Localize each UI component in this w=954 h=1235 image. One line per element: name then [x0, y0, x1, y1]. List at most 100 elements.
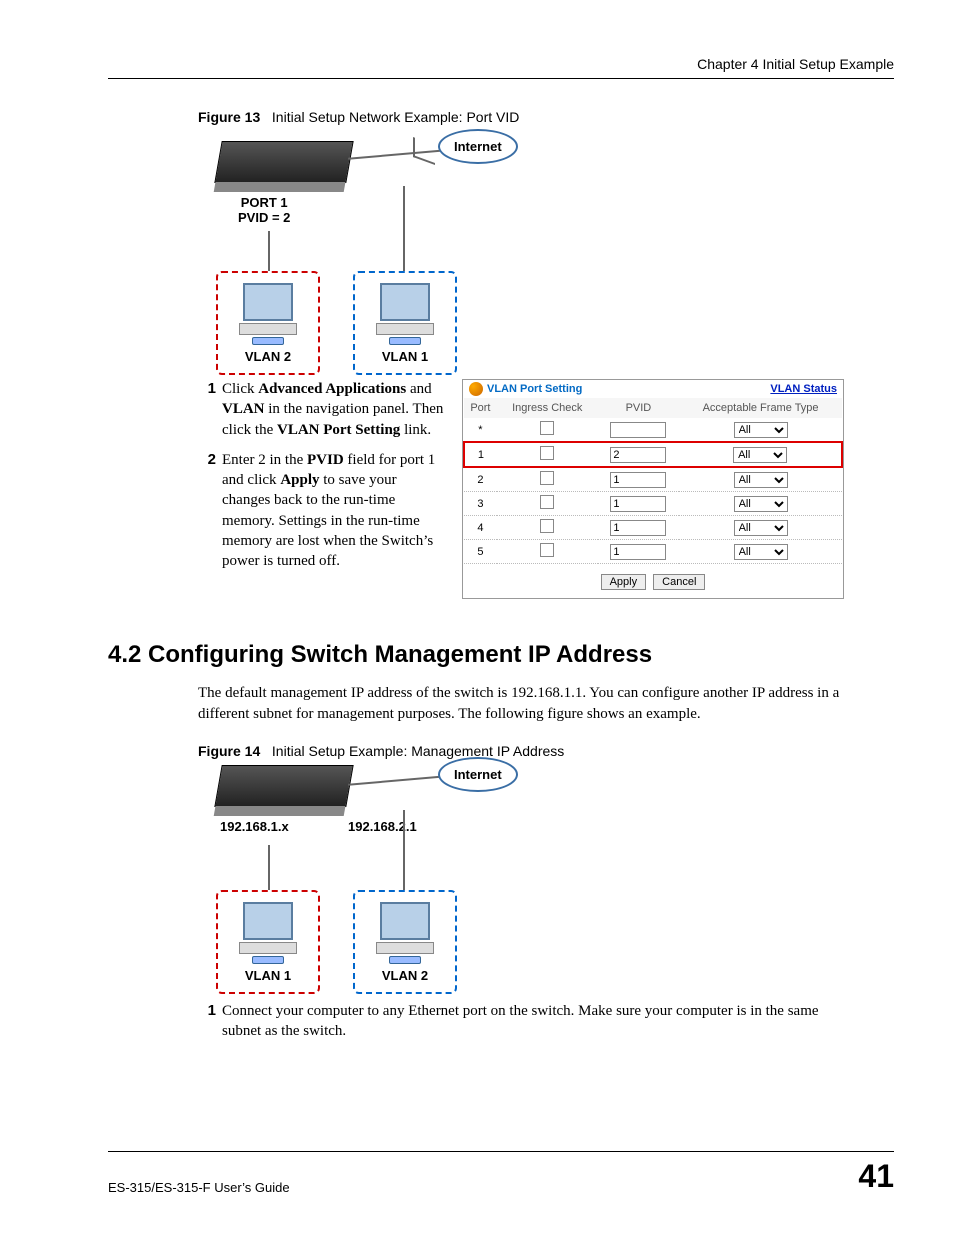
table-row: 2All	[464, 467, 842, 492]
pc-base-icon	[239, 942, 297, 954]
ingress-cell	[497, 442, 598, 467]
aft-select[interactable]: All	[734, 544, 788, 560]
internet-cloud: Internet	[438, 757, 518, 792]
keyboard-icon	[389, 956, 421, 964]
aft-cell: All	[679, 492, 842, 516]
ingress-checkbox[interactable]	[540, 495, 554, 509]
vlan1-box: VLAN 1	[353, 271, 457, 375]
pc-icon	[243, 283, 293, 321]
figure13-text: Initial Setup Network Example: Port VID	[272, 109, 519, 125]
uplink-z	[413, 137, 435, 165]
aft-select[interactable]: All	[734, 422, 788, 438]
aft-cell: All	[679, 516, 842, 540]
figure13-caption: Figure 13 Initial Setup Network Example:…	[198, 109, 894, 125]
pvid-cell	[598, 492, 679, 516]
pc-icon	[380, 902, 430, 940]
col-aft: Acceptable Frame Type	[679, 398, 842, 418]
col-port: Port	[464, 398, 497, 418]
ingress-checkbox[interactable]	[540, 471, 554, 485]
figure13-steps: 1 Click Advanced Applications and VLAN i…	[198, 379, 448, 581]
ingress-cell	[497, 418, 598, 442]
ingress-checkbox[interactable]	[540, 421, 554, 435]
vlan-port-table: Port Ingress Check PVID Acceptable Frame…	[463, 398, 843, 564]
table-row: 5All	[464, 540, 842, 564]
col-ingress: Ingress Check	[497, 398, 598, 418]
pc-base-icon	[376, 942, 434, 954]
page-number: 41	[858, 1158, 894, 1195]
keyboard-icon	[389, 337, 421, 345]
ingress-cell	[497, 540, 598, 564]
internet-cloud: Internet	[438, 129, 518, 164]
aft-cell: All	[679, 442, 842, 467]
wire-right	[403, 810, 405, 890]
ingress-checkbox[interactable]	[540, 543, 554, 557]
port-cell: *	[464, 418, 497, 442]
chapter-header: Chapter 4 Initial Setup Example	[108, 56, 894, 79]
port1-line2: PVID = 2	[238, 210, 290, 225]
vlan2-box: VLAN 2	[216, 271, 320, 375]
pvid-cell	[598, 467, 679, 492]
figure14-caption: Figure 14 Initial Setup Example: Managem…	[198, 743, 894, 759]
pvid-input[interactable]	[610, 472, 666, 488]
port1-line1: PORT 1	[241, 195, 288, 210]
ip-right-label: 192.168.2.1	[348, 819, 417, 834]
ip-left-label: 192.168.1.x	[220, 819, 289, 834]
cancel-button[interactable]: Cancel	[653, 574, 705, 590]
pc-icon	[243, 902, 293, 940]
vlan2-label: VLAN 2	[218, 349, 318, 364]
figure14-text: Initial Setup Example: Management IP Add…	[272, 743, 564, 759]
step-number: 2	[198, 450, 216, 572]
figure14-diagram: Internet 192.168.1.x 192.168.2.1 VLAN 1 …	[198, 765, 538, 995]
port-cell: 1	[464, 442, 497, 467]
table-row: 3All	[464, 492, 842, 516]
aft-select[interactable]: All	[734, 472, 788, 488]
pc-base-icon	[239, 323, 297, 335]
switch-icon	[214, 765, 353, 807]
wire-right	[403, 186, 405, 271]
pvid-input[interactable]	[610, 422, 666, 438]
vlan-status-link[interactable]: VLAN Status	[770, 383, 837, 395]
vlan1-box: VLAN 1	[216, 890, 320, 994]
switch-icon	[214, 141, 353, 183]
step-text: Click Advanced Applications and VLAN in …	[222, 379, 448, 440]
tab-indicator-icon	[469, 382, 483, 396]
table-row: 1 All	[464, 442, 842, 467]
vlan-port-setting-panel: VLAN Port Setting VLAN Status Port Ingre…	[462, 379, 844, 599]
section-heading-4-2: 4.2 Configuring Switch Management IP Add…	[108, 641, 894, 669]
ingress-cell	[497, 492, 598, 516]
ingress-checkbox[interactable]	[540, 519, 554, 533]
port-cell: 4	[464, 516, 497, 540]
pvid-input[interactable]	[610, 544, 666, 560]
wire-left	[268, 231, 270, 271]
figure14-steps: 1 Connect your computer to any Ethernet …	[198, 1001, 838, 1042]
pvid-cell	[598, 540, 679, 564]
ingress-checkbox[interactable]	[540, 446, 554, 460]
pc-base-icon	[376, 323, 434, 335]
pc-icon	[380, 283, 430, 321]
aft-cell: All	[679, 467, 842, 492]
pvid-input[interactable]	[610, 520, 666, 536]
pvid-cell	[598, 516, 679, 540]
ingress-cell	[497, 467, 598, 492]
col-pvid: PVID	[598, 398, 679, 418]
pvid-input[interactable]	[610, 496, 666, 512]
step-text: Enter 2 in the PVID field for port 1 and…	[222, 450, 448, 572]
apply-button[interactable]: Apply	[601, 574, 647, 590]
vlan2-box: VLAN 2	[353, 890, 457, 994]
panel-title: VLAN Port Setting	[487, 383, 770, 395]
vlan1-label: VLAN 1	[218, 968, 318, 983]
port1-label: PORT 1 PVID = 2	[238, 195, 290, 225]
step-text: Connect your computer to any Ethernet po…	[222, 1001, 838, 1042]
pvid-input[interactable]	[610, 447, 666, 463]
figure13-diagram: Internet PORT 1 PVID = 2 VLAN 2 VLAN 1	[198, 131, 538, 371]
keyboard-icon	[252, 337, 284, 345]
wire-left	[268, 845, 270, 890]
section-4-2-para: The default management IP address of the…	[198, 683, 894, 725]
aft-select[interactable]: All	[734, 520, 788, 536]
step-number: 1	[198, 1001, 216, 1042]
ingress-cell	[497, 516, 598, 540]
aft-select[interactable]: All	[734, 496, 788, 512]
aft-select[interactable]: All	[733, 447, 787, 463]
aft-cell: All	[679, 540, 842, 564]
aft-cell: All	[679, 418, 842, 442]
